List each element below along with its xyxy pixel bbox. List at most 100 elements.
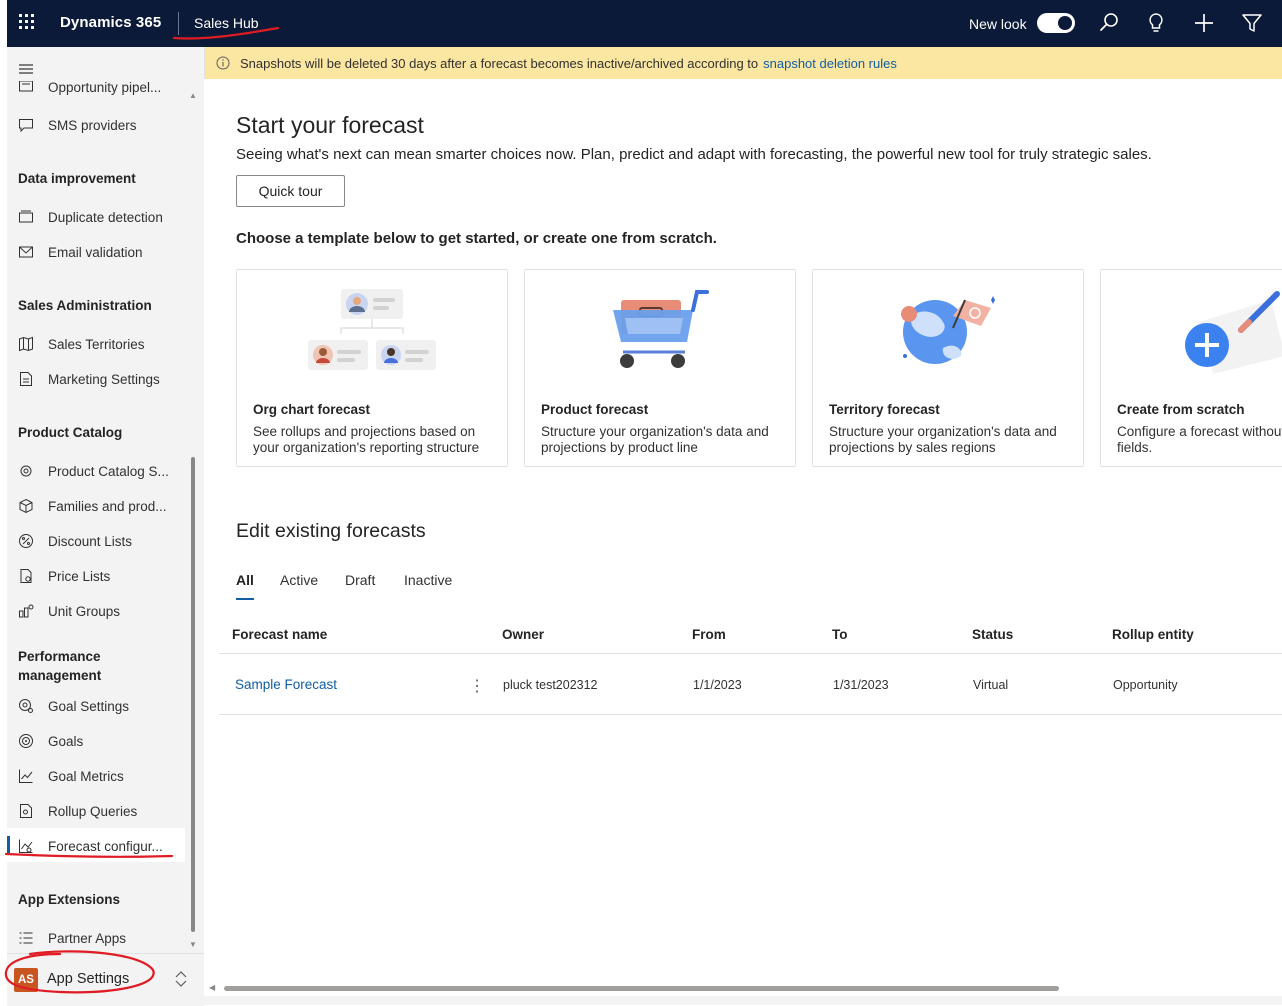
sidebar-item-sales-territories[interactable]: Sales Territories — [17, 334, 145, 354]
column-header-forecast-name[interactable]: Forecast name — [232, 627, 327, 642]
window-edge — [0, 0, 7, 1005]
page-subtitle: Seeing what's next can mean smarter choi… — [236, 146, 1152, 163]
waffle-icon[interactable] — [19, 14, 35, 30]
card-description: Structure your organization's data and p… — [829, 424, 1057, 455]
query-icon — [17, 802, 35, 820]
group-app-extensions: App Extensions — [18, 892, 121, 907]
search-icon[interactable] — [1097, 11, 1121, 35]
brand-name[interactable]: Dynamics 365 — [60, 14, 161, 31]
active-tab-indicator — [236, 598, 254, 600]
card-description: Configure a forecast without populated f… — [1117, 424, 1282, 455]
column-header-to[interactable]: To — [832, 627, 848, 642]
edit-forecasts-heading: Edit existing forecasts — [236, 520, 426, 542]
list-icon — [17, 929, 35, 947]
mail-icon — [17, 243, 35, 261]
tab-draft[interactable]: Draft — [345, 572, 375, 588]
sidebar-item-label: Marketing Settings — [48, 371, 160, 387]
sidebar-item-unit-groups[interactable]: Unit Groups — [17, 601, 120, 621]
sidebar-item-label: Unit Groups — [48, 603, 121, 619]
box-icon — [17, 497, 35, 515]
hamburger-icon[interactable] — [18, 62, 34, 76]
quick-tour-button[interactable]: Quick tour — [236, 175, 345, 207]
tab-all[interactable]: All — [236, 572, 254, 588]
forecast-icon — [17, 837, 35, 855]
column-header-owner[interactable]: Owner — [502, 627, 544, 642]
sidebar-item-rollup-queries[interactable]: Rollup Queries — [17, 801, 137, 821]
sidebar-item-marketing-settings[interactable]: Marketing Settings — [17, 369, 160, 389]
tab-inactive[interactable]: Inactive — [404, 572, 452, 588]
scroll-up-arrow[interactable]: ▲ — [189, 91, 197, 100]
sidebar-item-goal-metrics[interactable]: Goal Metrics — [17, 766, 124, 786]
chart-icon — [17, 767, 35, 785]
column-header-status[interactable]: Status — [972, 627, 1013, 642]
horizontal-scrollbar[interactable] — [224, 986, 1059, 991]
column-header-rollup-entity[interactable]: Rollup entity — [1112, 627, 1194, 642]
sidebar-item-duplicate-detection[interactable]: Duplicate detection — [17, 207, 163, 227]
units-icon — [17, 602, 35, 620]
chat-icon — [17, 116, 35, 134]
product-forecast-card[interactable]: Product forecast Structure your organiza… — [524, 269, 796, 467]
sidebar-item-goal-settings[interactable]: Goal Settings — [17, 696, 129, 716]
sidebar-item-label: Discount Lists — [48, 533, 133, 549]
sidebar-item-discount-lists[interactable]: Discount Lists — [17, 531, 132, 551]
document-icon — [17, 370, 35, 388]
snapshot-deletion-rules-link[interactable]: snapshot deletion rules — [763, 56, 897, 71]
target-icon — [17, 732, 35, 750]
sidebar-item-forecast-configuration[interactable]: Forecast configur... — [17, 836, 163, 856]
sidebar-item-goals[interactable]: Goals — [17, 731, 83, 751]
sidebar-item-label: Goal Metrics — [48, 768, 124, 784]
template-instructions: Choose a template below to get started, … — [236, 230, 717, 247]
main-content: Start your forecast Seeing what's next c… — [204, 79, 1282, 1005]
group-sales-administration: Sales Administration — [18, 298, 152, 313]
banner-message: Snapshots will be deleted 30 days after … — [240, 56, 897, 71]
sidebar-item-families-products[interactable]: Families and prod... — [17, 496, 167, 516]
card-description: See rollups and projections based on you… — [253, 424, 480, 455]
scroll-left-arrow[interactable]: ◀ — [209, 983, 215, 992]
sidebar-item-label: Duplicate detection — [48, 209, 163, 225]
selected-indicator — [7, 836, 10, 854]
org-chart-forecast-card[interactable]: Org chart forecast See rollups and proje… — [236, 269, 508, 467]
sidebar-item-email-validation[interactable]: Email validation — [17, 242, 143, 262]
to-cell: 1/31/2023 — [833, 678, 889, 692]
card-description: Structure your organization's data and p… — [541, 424, 769, 455]
sidebar-item-opportunity-pipeline[interactable]: Opportunity pipel... — [17, 81, 161, 95]
area-switcher[interactable]: AS App Settings — [7, 953, 204, 1006]
tab-active[interactable]: Active — [280, 572, 318, 588]
sidebar-item-label: Partner Apps — [48, 930, 127, 946]
create-from-scratch-card[interactable]: Create from scratch Configure a forecast… — [1100, 269, 1282, 467]
sidebar-item-label: Rollup Queries — [48, 803, 138, 819]
card-title: Product forecast — [541, 402, 649, 417]
sidebar-item-sms-providers[interactable]: SMS providers — [17, 115, 137, 135]
snapshot-banner: Snapshots will be deleted 30 days after … — [204, 47, 1282, 79]
sidebar-scrollbar[interactable] — [191, 457, 195, 932]
table-header-divider — [219, 653, 1282, 654]
percent-icon — [17, 532, 35, 550]
map-icon — [17, 335, 35, 353]
filter-icon[interactable] — [1240, 11, 1264, 35]
forecast-name-link[interactable]: Sample Forecast — [235, 677, 337, 692]
sidebar-item-label: Goals — [48, 733, 84, 749]
sidebar-item-label: Families and prod... — [48, 498, 167, 514]
lightbulb-icon[interactable] — [1144, 11, 1168, 35]
sidebar-item-price-lists[interactable]: Price Lists — [17, 566, 110, 586]
sidebar-item-label: SMS providers — [48, 117, 137, 133]
rollup-entity-cell: Opportunity — [1113, 678, 1178, 692]
column-header-from[interactable]: From — [692, 627, 726, 642]
page-title: Start your forecast — [236, 112, 424, 138]
bottom-edge — [204, 996, 1282, 1005]
sidebar-item-label: Forecast configur... — [48, 838, 163, 854]
chevron-up-down-icon[interactable] — [174, 970, 188, 988]
sidebar-item-product-catalog-settings[interactable]: Product Catalog S... — [17, 461, 169, 481]
new-look-toggle[interactable] — [1037, 13, 1075, 33]
area-avatar: AS — [14, 968, 38, 992]
plus-icon[interactable] — [1192, 11, 1216, 35]
territory-forecast-card[interactable]: Territory forecast Structure your organi… — [812, 269, 1084, 467]
pipeline-icon — [17, 81, 35, 95]
banner-text: Snapshots will be deleted 30 days after … — [240, 56, 759, 71]
sidebar-item-partner-apps[interactable]: Partner Apps — [17, 928, 126, 948]
owner-cell: pluck test202312 — [503, 678, 598, 692]
shopping-cart-illustration — [613, 290, 709, 368]
card-title: Org chart forecast — [253, 402, 371, 417]
scroll-down-arrow[interactable]: ▼ — [189, 940, 197, 949]
more-options-icon[interactable]: ⋮ — [469, 676, 485, 696]
